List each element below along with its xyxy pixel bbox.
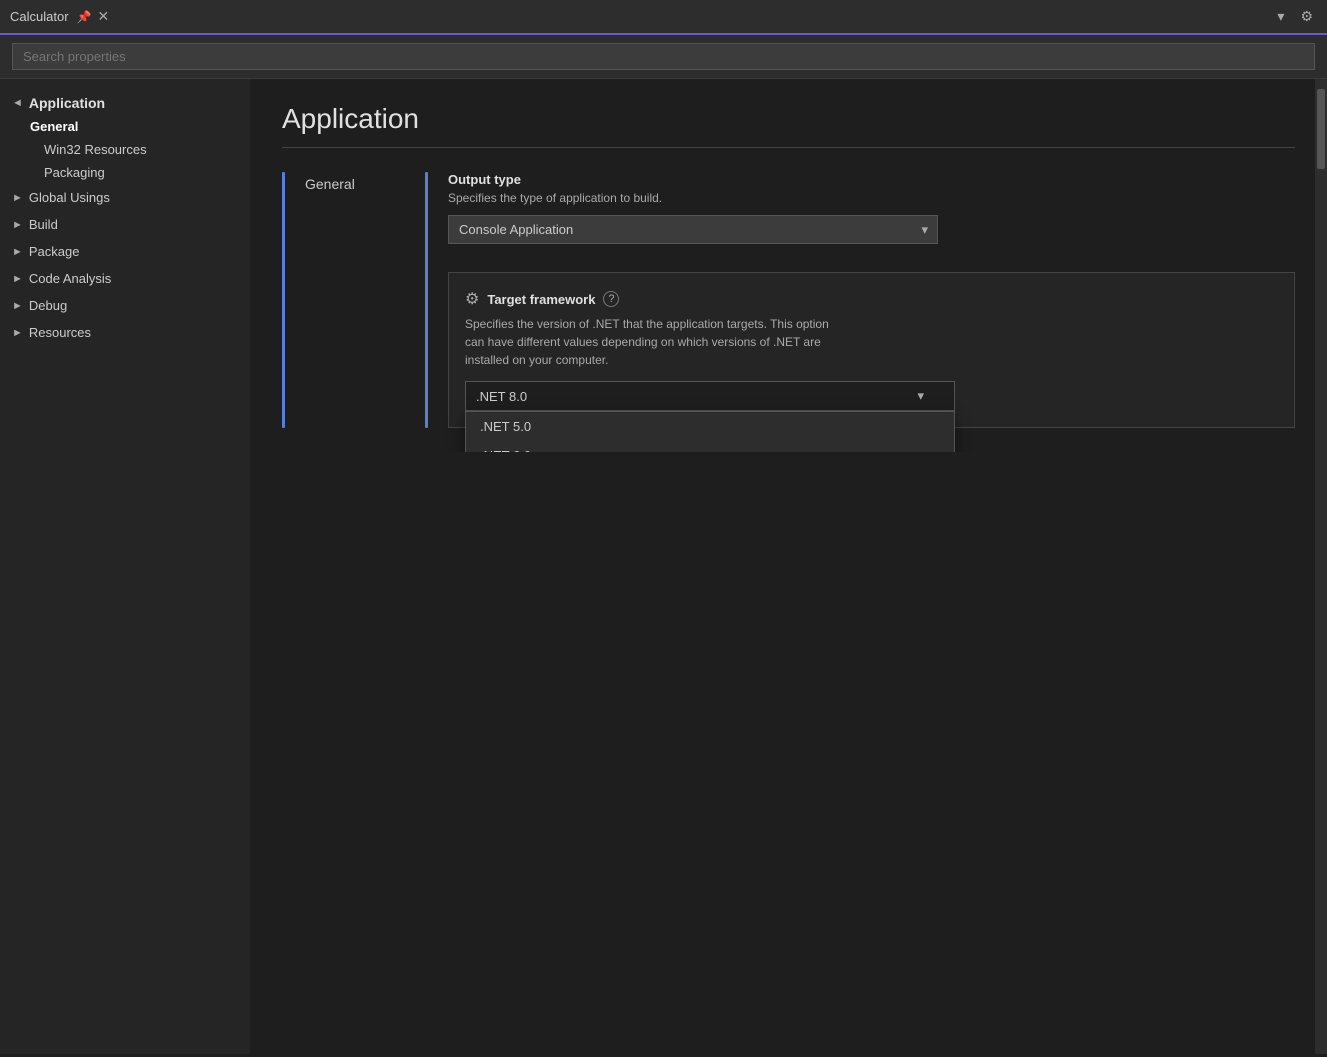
application-arrow-icon: ◄ xyxy=(12,97,23,109)
settings-content: Output type Specifies the type of applic… xyxy=(448,172,1295,428)
target-framework-group: ⚙ Target framework ? Specifies the versi… xyxy=(448,272,1295,428)
page-divider xyxy=(282,147,1295,148)
output-type-dropdown-wrapper: Console Application Windows Application … xyxy=(448,215,938,244)
scrollbar-thumb[interactable] xyxy=(1317,89,1325,169)
package-label: Package xyxy=(29,244,80,259)
sidebar-item-build[interactable]: ► Build xyxy=(0,211,250,238)
build-arrow-icon: ► xyxy=(12,219,23,231)
sidebar-item-resources[interactable]: ► Resources xyxy=(0,319,250,346)
sidebar-item-general[interactable]: General xyxy=(0,115,250,138)
codeanalysis-label: Code Analysis xyxy=(29,271,111,286)
title-bar-actions: ▾ ⚙ xyxy=(1273,6,1317,27)
output-type-label: Output type xyxy=(448,172,1295,187)
framework-select-box[interactable]: .NET 8.0 ▾ xyxy=(465,381,955,411)
scrollbar[interactable] xyxy=(1315,79,1327,1054)
framework-dropdown-list[interactable]: .NET 5.0 .NET 6.0 .NET 7.0 .NET 8.0 xyxy=(465,411,955,452)
title-bar-title: Calculator xyxy=(10,9,69,24)
output-type-description: Specifies the type of application to bui… xyxy=(448,191,1295,205)
page-title: Application xyxy=(282,103,1295,135)
sidebar: ◄ Application General Win32 Resources Pa… xyxy=(0,79,250,1054)
close-icon[interactable]: ✕ xyxy=(97,8,109,25)
title-bar: Calculator 📌 ✕ ▾ ⚙ xyxy=(0,0,1327,35)
main-layout: ◄ Application General Win32 Resources Pa… xyxy=(0,79,1327,1054)
tf-help-icon[interactable]: ? xyxy=(603,291,619,307)
section-blue-bar xyxy=(282,172,285,428)
debug-label: Debug xyxy=(29,298,67,313)
sidebar-item-application[interactable]: ◄ Application xyxy=(0,91,250,115)
resources-label: Resources xyxy=(29,325,91,340)
tf-gear-icon: ⚙ xyxy=(465,289,479,309)
output-type-group: Output type Specifies the type of applic… xyxy=(448,172,1295,244)
sidebar-item-win32resources[interactable]: Win32 Resources xyxy=(0,138,250,161)
sidebar-item-globalusings[interactable]: ► Global Usings xyxy=(0,184,250,211)
content-area: Application General Output type Specifie… xyxy=(250,79,1327,452)
package-arrow-icon: ► xyxy=(12,246,23,258)
framework-dropdown-arrow-icon: ▾ xyxy=(917,388,924,404)
general-label: General xyxy=(30,119,78,134)
sidebar-item-codeanalysis[interactable]: ► Code Analysis xyxy=(0,265,250,292)
framework-dropdown-container: .NET 8.0 ▾ .NET 5.0 .NET 6.0 xyxy=(465,381,1278,411)
section-divider-bar xyxy=(425,172,428,428)
content-wrapper: Application General Output type Specifie… xyxy=(250,79,1327,1054)
dropdown-icon[interactable]: ▾ xyxy=(1273,6,1288,27)
framework-option-net50[interactable]: .NET 5.0 xyxy=(466,412,954,441)
sidebar-item-package[interactable]: ► Package xyxy=(0,238,250,265)
tf-title: Target framework xyxy=(487,292,595,307)
application-label: Application xyxy=(29,95,105,111)
framework-selected-value: .NET 8.0 xyxy=(476,389,527,404)
search-input[interactable] xyxy=(12,43,1315,70)
search-bar xyxy=(0,35,1327,79)
globalusings-label: Global Usings xyxy=(29,190,110,205)
framework-option-net60[interactable]: .NET 6.0 xyxy=(466,441,954,452)
globalusings-arrow-icon: ► xyxy=(12,192,23,204)
resources-arrow-icon: ► xyxy=(12,327,23,339)
section-label-general: General xyxy=(305,172,425,428)
debug-arrow-icon: ► xyxy=(12,300,23,312)
build-label: Build xyxy=(29,217,58,232)
output-type-select[interactable]: Console Application Windows Application … xyxy=(448,215,938,244)
codeanalysis-arrow-icon: ► xyxy=(12,273,23,285)
sidebar-item-packaging[interactable]: Packaging xyxy=(0,161,250,184)
win32resources-label: Win32 Resources xyxy=(44,142,147,157)
tf-description: Specifies the version of .NET that the a… xyxy=(465,315,1278,369)
settings-icon[interactable]: ⚙ xyxy=(1296,6,1317,27)
settings-area: General Output type Specifies the type o… xyxy=(282,172,1295,428)
sidebar-item-debug[interactable]: ► Debug xyxy=(0,292,250,319)
packaging-label: Packaging xyxy=(44,165,105,180)
pin-icon[interactable]: 📌 xyxy=(77,10,92,24)
tf-header: ⚙ Target framework ? xyxy=(465,289,1278,309)
